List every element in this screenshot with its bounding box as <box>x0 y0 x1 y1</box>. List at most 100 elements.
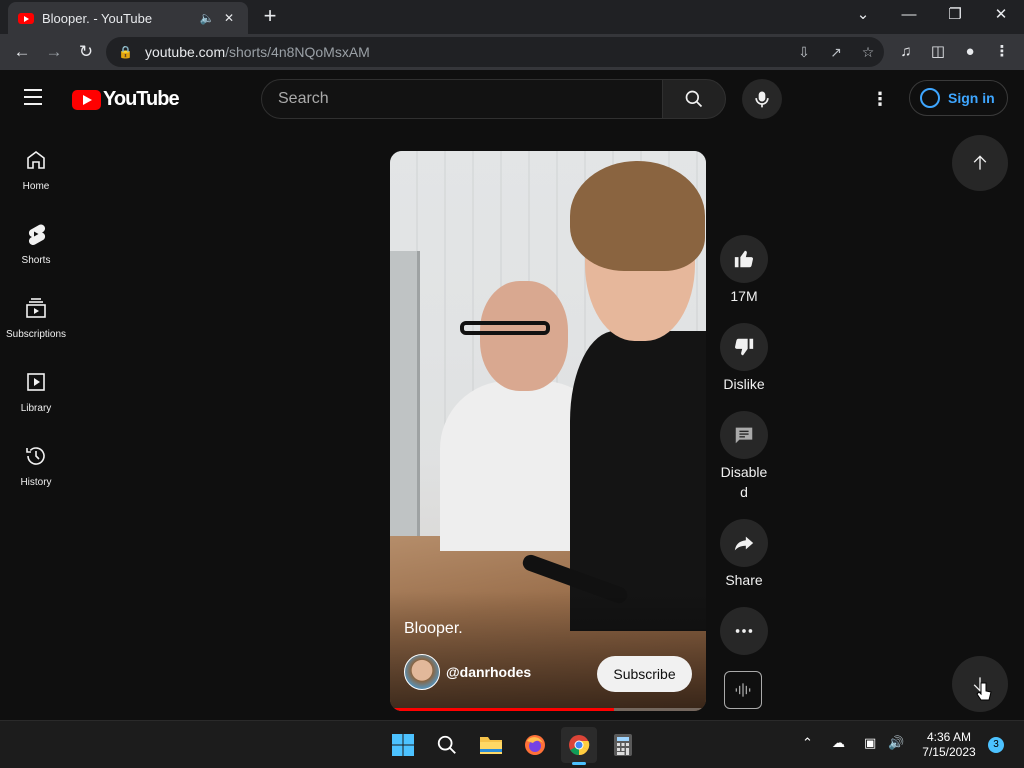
tab-title: Blooper. - YouTube <box>42 10 153 26</box>
video-progress-bar[interactable] <box>390 708 706 711</box>
mouse-pointer-icon <box>976 682 992 701</box>
taskbar-clock[interactable]: 4:36 AM 7/15/2023 <box>916 730 982 760</box>
video-overlay <box>390 591 706 711</box>
thumbs-down-icon <box>734 338 754 356</box>
back-button[interactable]: ← <box>10 40 34 64</box>
windows-start-icon[interactable] <box>387 729 419 761</box>
comment-icon <box>735 427 753 444</box>
progress-fill <box>390 708 615 711</box>
sidebar-item-label: History <box>20 477 52 488</box>
sidebar-item-history[interactable]: History <box>0 424 72 498</box>
speaker-icon[interactable]: 🔈 <box>198 11 216 25</box>
browser-tab[interactable]: Blooper. - YouTube 🔈 ✕ <box>8 2 248 34</box>
profile-icon[interactable]: ● <box>958 40 982 64</box>
home-icon <box>27 151 45 169</box>
dislike-label: Dislike <box>723 376 765 392</box>
subscriptions-icon <box>26 298 46 318</box>
restore-button[interactable]: ❐ <box>932 0 978 32</box>
sidebar-item-label: Shorts <box>21 255 51 266</box>
share-arrow-icon <box>734 536 754 551</box>
browser-toolbar: ← → ↻ 🔒 youtube.com/shorts/4n8NQoMsxAM ⇩… <box>0 34 1024 70</box>
short-title[interactable]: Blooper. <box>404 620 463 638</box>
microphone-icon <box>755 91 769 108</box>
voice-search-button[interactable] <box>742 79 782 119</box>
youtube-logo[interactable]: YouTube <box>72 88 180 111</box>
previous-short-button[interactable] <box>952 135 1008 191</box>
show-hidden-icons-chevron-icon[interactable]: ⌃ <box>802 735 813 751</box>
address-bar[interactable]: 🔒 youtube.com/shorts/4n8NQoMsxAM ⇩ ↗ ☆ <box>106 37 884 67</box>
taskbar-search-icon[interactable] <box>431 729 463 761</box>
search-input[interactable]: Search <box>261 79 663 119</box>
tab-search-chevron-icon[interactable]: ⌄ <box>840 0 886 32</box>
sidebar-item-label: Home <box>22 181 50 192</box>
subscribe-button[interactable]: Subscribe <box>597 656 692 692</box>
like-count: 17M <box>730 288 758 304</box>
chrome-icon[interactable] <box>561 727 597 765</box>
firefox-icon[interactable] <box>519 729 551 761</box>
youtube-play-icon <box>72 89 101 110</box>
sidebar-item-label: Subscriptions <box>5 329 67 340</box>
channel-avatar[interactable] <box>404 654 440 690</box>
forward-button[interactable]: → <box>42 40 66 64</box>
browser-menu-icon[interactable]: ⋮ <box>990 40 1014 64</box>
more-horizontal-icon <box>735 629 753 633</box>
channel-name[interactable]: @danrhodes <box>446 664 531 680</box>
more-actions-button[interactable] <box>720 607 768 655</box>
search-button[interactable] <box>662 79 726 119</box>
sidebar-item-label: Library <box>20 403 52 414</box>
guide-menu-button[interactable] <box>24 89 46 107</box>
video-frame <box>570 161 706 631</box>
shorts-video-player[interactable]: Blooper. @danrhodes Subscribe <box>390 151 706 711</box>
media-control-icon[interactable]: ♫ <box>894 40 918 64</box>
share-page-icon[interactable]: ↗ <box>820 44 852 61</box>
history-icon <box>26 447 45 465</box>
network-icon[interactable]: ▣ <box>864 735 876 751</box>
youtube-favicon-icon <box>18 12 34 24</box>
close-window-button[interactable]: ✕ <box>978 0 1024 32</box>
install-app-icon[interactable]: ⇩ <box>788 44 820 61</box>
file-explorer-icon[interactable] <box>475 729 507 761</box>
new-tab-button[interactable]: + <box>258 5 282 29</box>
url-text: youtube.com/shorts/4n8NQoMsxAM <box>145 44 788 60</box>
windows-taskbar: ⌃ ☁ ▣ 🔊 4:36 AM 7/15/2023 3 <box>0 720 1024 768</box>
arrow-up-icon <box>973 155 987 170</box>
share-button[interactable] <box>720 519 768 567</box>
volume-icon[interactable]: 🔊 <box>888 735 904 751</box>
clock-time: 4:36 AM <box>926 730 972 744</box>
sound-button[interactable] <box>724 671 762 709</box>
search-icon <box>685 90 703 107</box>
sidebar-item-subscriptions[interactable]: Subscriptions <box>0 276 72 350</box>
notification-badge[interactable]: 3 <box>988 737 1004 753</box>
minimize-button[interactable]: — <box>886 0 932 32</box>
url-path: /shorts/4n8NQoMsxAM <box>225 44 370 60</box>
like-button[interactable] <box>720 235 768 283</box>
onedrive-cloud-icon[interactable]: ☁ <box>832 735 845 751</box>
logo-text: YouTube <box>103 88 180 110</box>
settings-more-icon[interactable]: ⋮ <box>868 87 892 111</box>
library-icon <box>27 373 45 391</box>
share-label: Share <box>725 572 763 588</box>
dislike-button[interactable] <box>720 323 768 371</box>
audio-waveform-icon <box>735 683 751 697</box>
comments-label: Disable d <box>712 462 776 502</box>
tab-close-icon[interactable]: ✕ <box>220 11 238 25</box>
sign-in-label: Sign in <box>948 90 995 106</box>
comments-label-line2: d <box>740 484 748 500</box>
browser-tab-strip: Blooper. - YouTube 🔈 ✕ + ⌄ — ❐ ✕ <box>0 0 1024 34</box>
comments-button[interactable] <box>720 411 768 459</box>
thumbs-up-icon <box>734 250 754 268</box>
account-icon <box>920 88 940 108</box>
sidebar-item-shorts[interactable]: Shorts <box>0 202 72 276</box>
reload-button[interactable]: ↻ <box>74 40 98 64</box>
mini-guide: Home Shorts Subscriptions Library Histor… <box>0 128 72 498</box>
active-app-indicator <box>572 762 586 765</box>
sign-in-button[interactable]: Sign in <box>909 80 1008 116</box>
next-short-button[interactable] <box>952 656 1008 712</box>
url-host: youtube.com <box>144 44 226 60</box>
sidebar-item-home[interactable]: Home <box>0 128 72 202</box>
lock-icon[interactable]: 🔒 <box>118 45 133 59</box>
bookmark-star-icon[interactable]: ☆ <box>852 44 884 61</box>
side-panel-icon[interactable]: ◫ <box>926 40 950 64</box>
sidebar-item-library[interactable]: Library <box>0 350 72 424</box>
calculator-icon[interactable] <box>607 729 639 761</box>
